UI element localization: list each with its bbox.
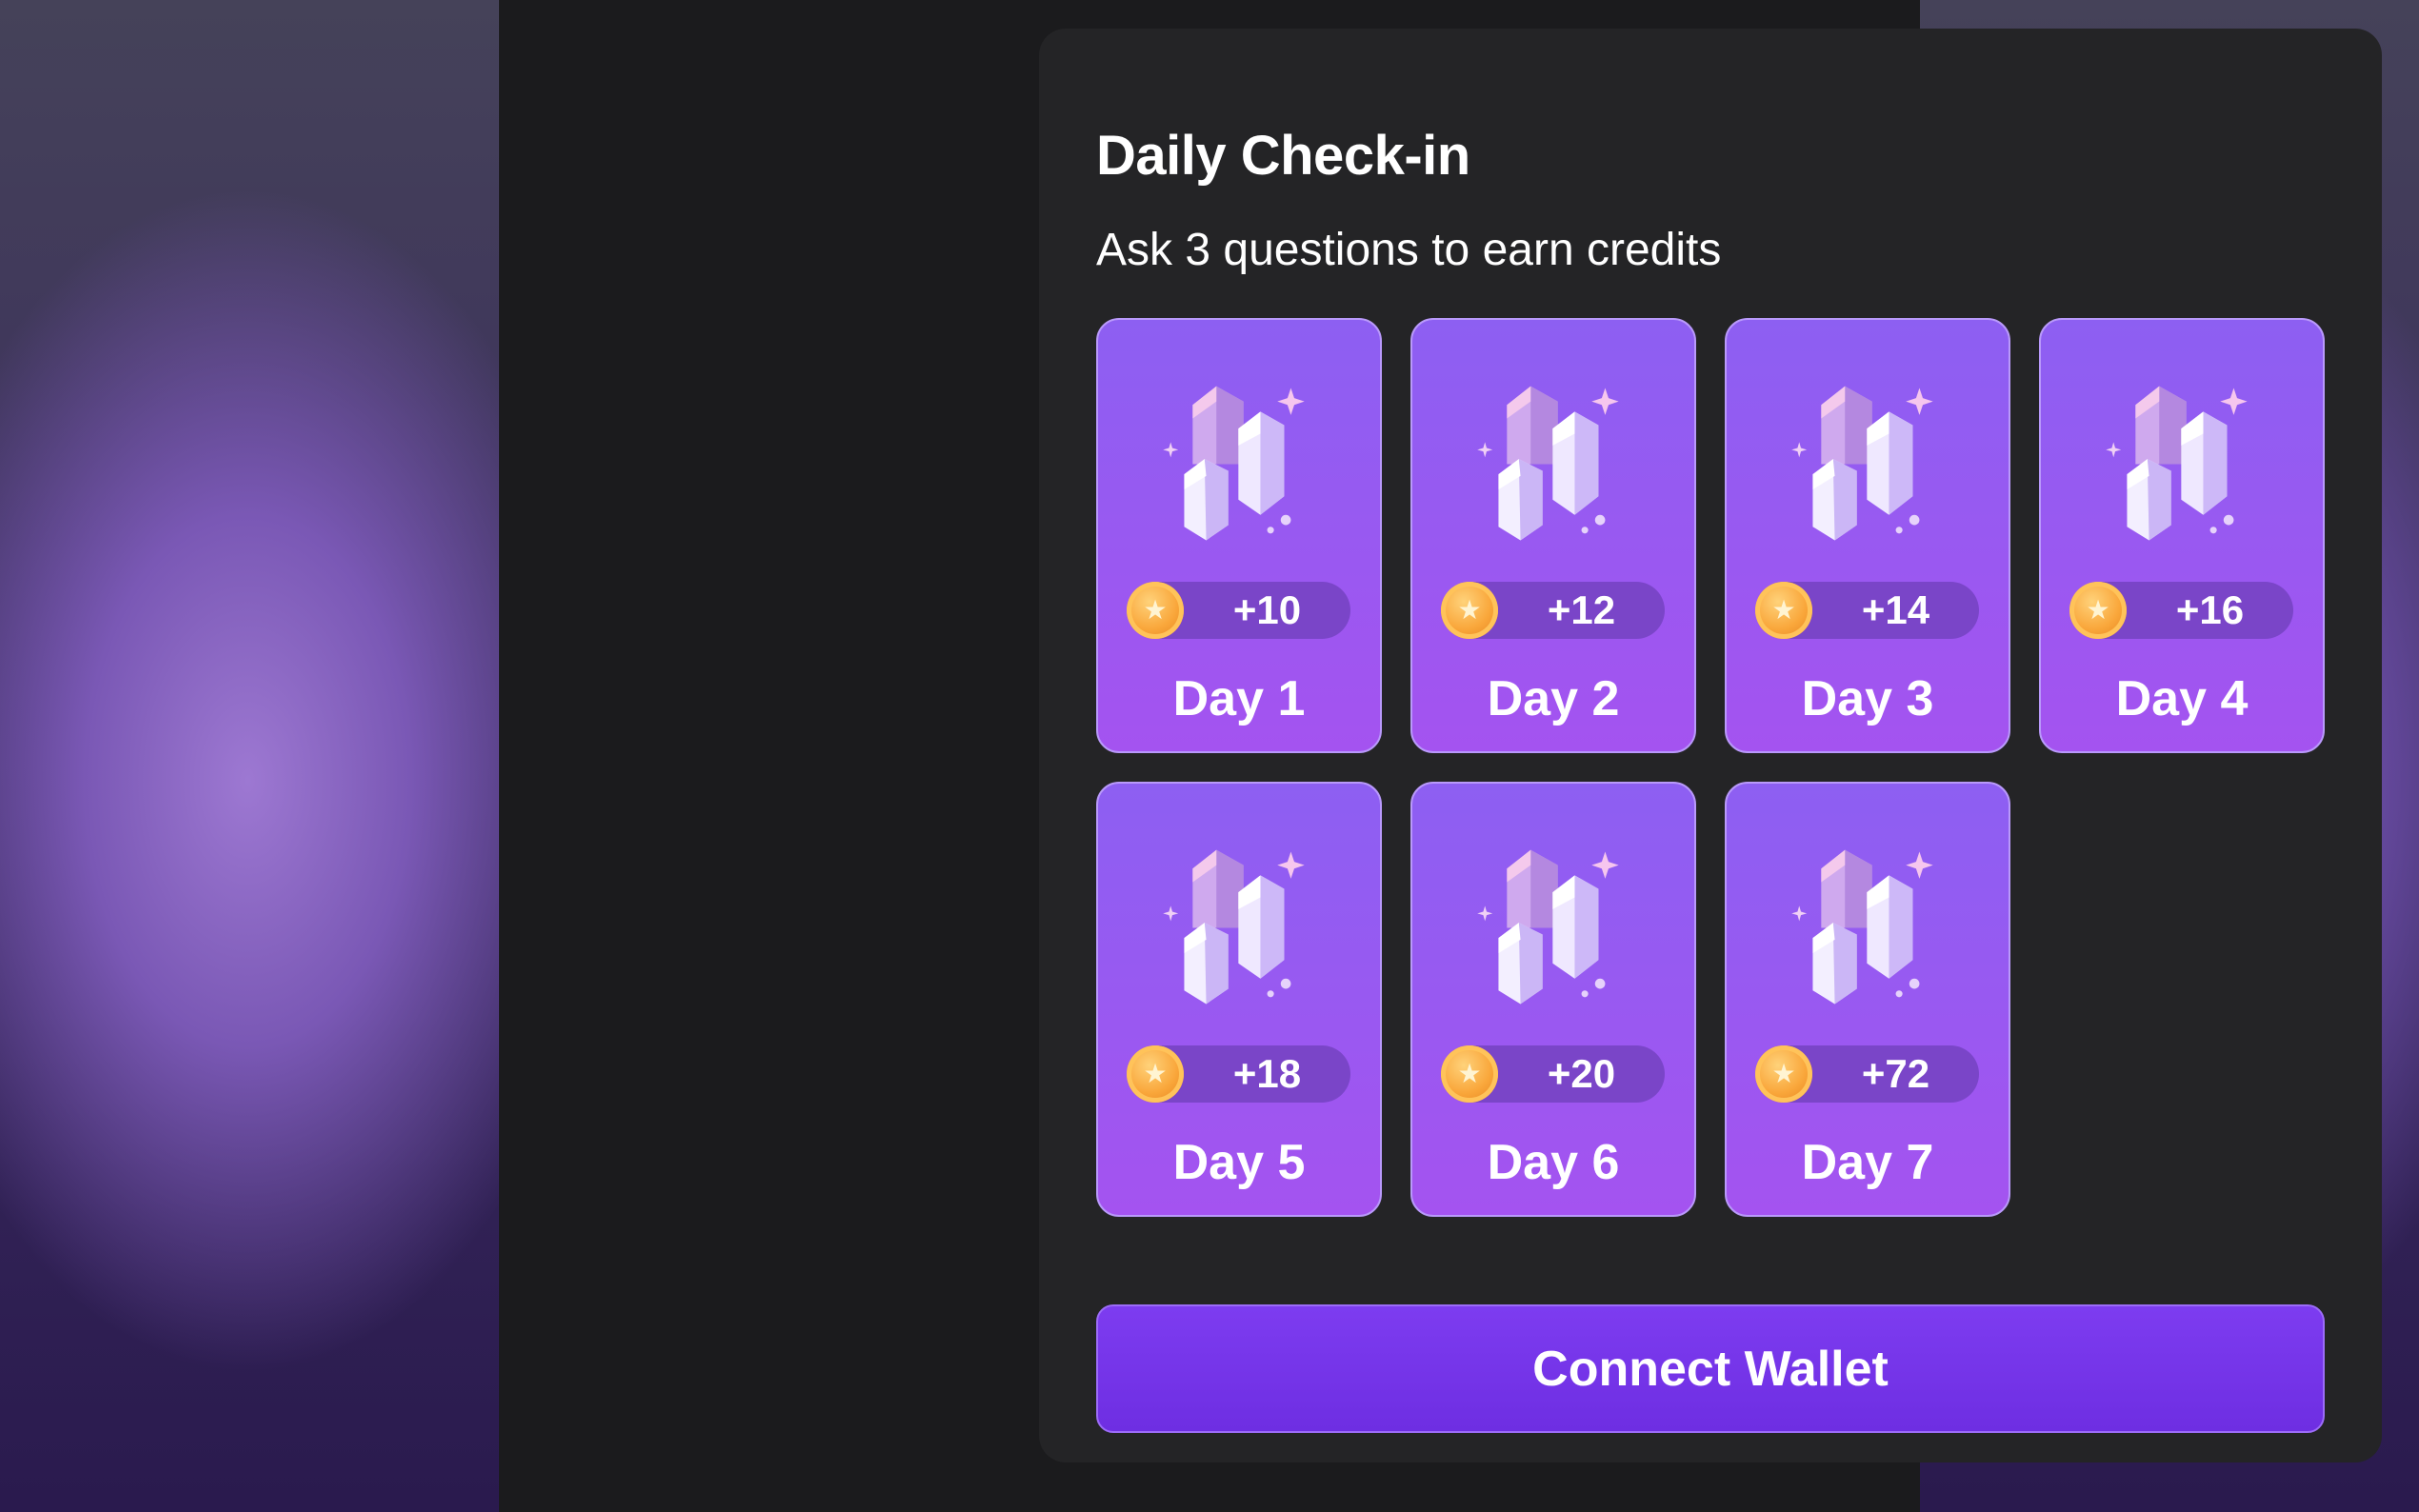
connect-wallet-button[interactable]: Connect Wallet <box>1096 1304 2325 1433</box>
day-label: Day 4 <box>2115 671 2249 726</box>
day-label: Day 1 <box>1172 671 1306 726</box>
reward-value: +14 <box>1861 587 1930 632</box>
checkin-title: Daily Check-in <box>1096 125 1470 187</box>
day-label: Day 6 <box>1487 1135 1620 1190</box>
coin-icon: ★ <box>2069 582 2127 639</box>
reward-value: +18 <box>1232 1051 1302 1096</box>
crystal-icon <box>1477 849 1619 1005</box>
day-label: Day 7 <box>1801 1135 1934 1190</box>
crystal-icon <box>1163 386 1305 541</box>
day-card-1[interactable]: ★ +10 Day 1 <box>1096 318 1382 753</box>
reward-value: +16 <box>2175 587 2245 632</box>
reward-value: +72 <box>1861 1051 1930 1096</box>
daily-checkin-card: Daily Check-in Ask 3 questions to earn c… <box>1039 29 2382 1462</box>
day-card-5[interactable]: ★ +18 Day 5 <box>1096 782 1382 1217</box>
reward-value: +20 <box>1547 1051 1616 1096</box>
crystal-icon <box>1163 849 1305 1005</box>
app-panel: Daily Check-in Ask 3 questions to earn c… <box>499 0 2382 1512</box>
day-label: Day 2 <box>1487 671 1620 726</box>
day-grid: ★ +10 Day 1 ★ +12 Day 2 ★ +14 Day 3 ★ +1… <box>1096 318 2325 1217</box>
coin-icon: ★ <box>1755 1045 1812 1103</box>
day-card-6[interactable]: ★ +20 Day 6 <box>1410 782 1696 1217</box>
day-card-4[interactable]: ★ +16 Day 4 <box>2039 318 2325 753</box>
day-card-7[interactable]: ★ +72 Day 7 <box>1725 782 2010 1217</box>
coin-icon: ★ <box>1127 1045 1184 1103</box>
coin-icon: ★ <box>1755 582 1812 639</box>
day-card-3[interactable]: ★ +14 Day 3 <box>1725 318 2010 753</box>
day-card-2[interactable]: ★ +12 Day 2 <box>1410 318 1696 753</box>
reward-value: +12 <box>1547 587 1616 632</box>
day-label: Day 5 <box>1172 1135 1306 1190</box>
coin-icon: ★ <box>1441 1045 1498 1103</box>
checkin-subtitle: Ask 3 questions to earn credits <box>1096 225 1722 275</box>
crystal-icon <box>1791 386 1933 541</box>
coin-icon: ★ <box>1441 582 1498 639</box>
crystal-icon <box>1791 849 1933 1005</box>
crystal-icon <box>1477 386 1619 541</box>
crystal-icon <box>2106 386 2248 541</box>
reward-value: +10 <box>1232 587 1302 632</box>
day-label: Day 3 <box>1801 671 1934 726</box>
coin-icon: ★ <box>1127 582 1184 639</box>
